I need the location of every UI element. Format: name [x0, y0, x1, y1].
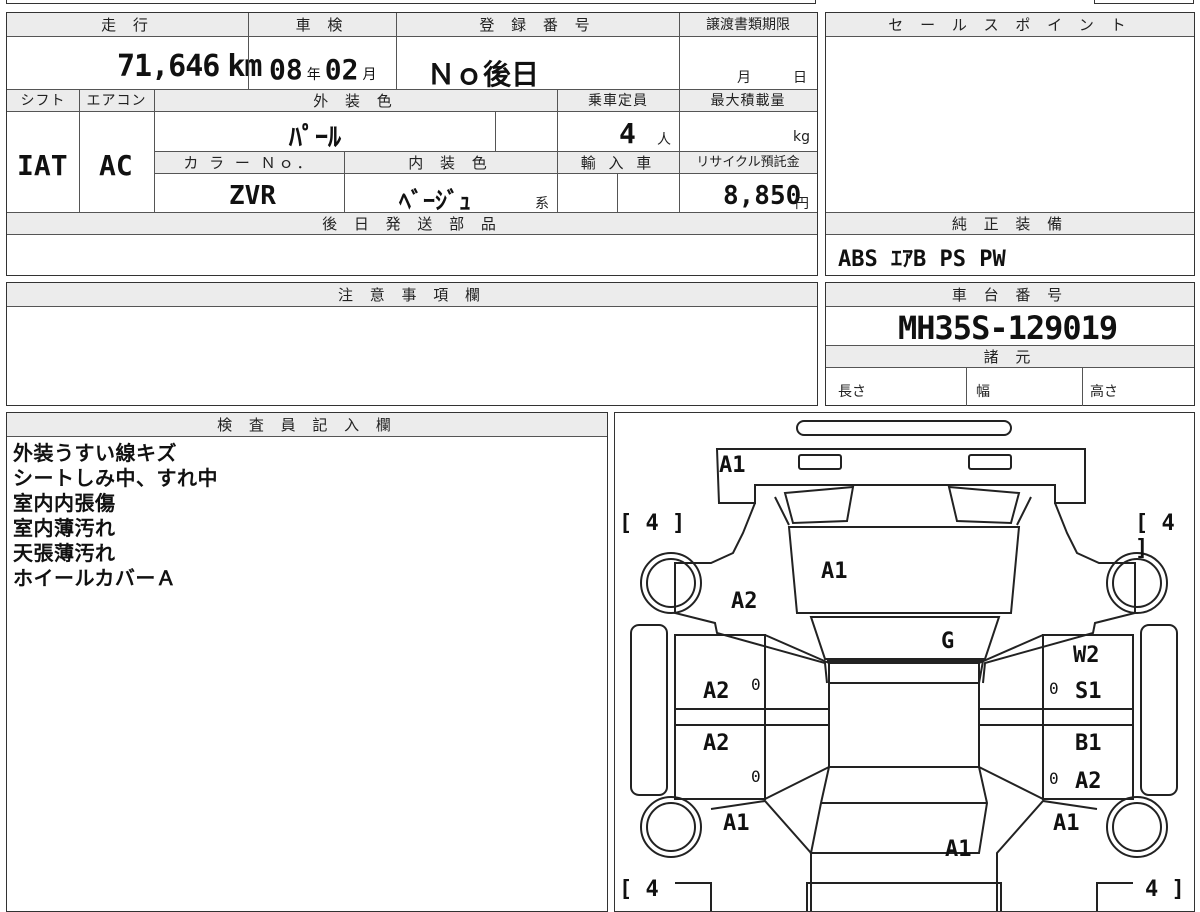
inspection-value: 08 年 02 月	[269, 53, 377, 86]
sales-point-box: セ ー ル ス ポ イ ン ト 純 正 装 備 ABS ｴｱB PS PW	[825, 12, 1195, 276]
transfer-day-unit: 日	[793, 70, 807, 86]
mark-right-front-door-b: A2	[1075, 769, 1102, 794]
shift-header: シフト	[7, 90, 79, 112]
recycle-unit: 円	[795, 196, 809, 212]
inspection-header: 車 検	[248, 13, 396, 37]
interior-color-header: 内 装 色	[344, 152, 557, 174]
mark-roof: G	[941, 629, 955, 654]
mileage-header: 走 行	[7, 13, 248, 37]
mark-right-zero-1: 0	[1049, 679, 1059, 698]
damage-diagram-box: [ 4 ] [ 4 ] [ 4 4 ] A1 A1 A2 G A2 A2 W2 …	[614, 412, 1195, 912]
equipment-value: ABS ｴｱB PS PW	[838, 247, 1006, 272]
mark-right-front-door-a: B1	[1075, 731, 1102, 756]
capacity-value: 4	[619, 117, 636, 150]
imported-header: 輸 入 車	[557, 152, 679, 174]
color-no-value: ZVR	[229, 181, 276, 211]
vehicle-info-box: 走 行 車 検 登 録 番 号 譲渡書類期限 71,646 km 08 年 02 月 Ｎ…	[6, 12, 818, 276]
mark-left-rear-door: A2	[703, 679, 730, 704]
inspector-note: ホイールカバーＡ	[13, 566, 177, 590]
spec-length-label: 長さ	[838, 384, 866, 400]
mark-hood: A1	[945, 837, 972, 862]
notes-box: 注 意 事 項 欄	[6, 282, 818, 406]
mark-rear-glass: A1	[821, 559, 848, 584]
spec-height-label: 高さ	[1090, 384, 1118, 400]
tire-left-front: [ 4 ]	[619, 511, 686, 536]
max-load-unit: kg	[793, 129, 810, 145]
inspector-notes-list: 外装うすい線キズ シートしみ中、すれ中 室内内張傷 室内薄汚れ 天張薄汚れ ホイ…	[13, 441, 218, 591]
aircon-header: エアコン	[79, 90, 154, 112]
notes-header: 注 意 事 項 欄	[7, 283, 817, 307]
mark-left-zero-2: 0	[751, 767, 761, 786]
mark-left-rear-quarter: A2	[731, 589, 758, 614]
interior-color-value: ﾍﾞｰｼﾞｭ	[399, 187, 471, 215]
registration-value: Ｎｏ後日	[427, 58, 540, 91]
shift-value: IAT	[17, 149, 68, 182]
inspector-note: 室内薄汚れ	[13, 516, 116, 540]
max-load-header: 最大積載量	[679, 90, 817, 112]
later-parts-header: 後 日 発 送 部 品	[7, 213, 817, 235]
exterior-color-value: ﾊﾟｰﾙ	[289, 123, 342, 153]
mark-right-rear-door-a: W2	[1073, 643, 1100, 668]
transfer-month-unit: 月	[737, 70, 751, 86]
inspector-note: シートしみ中、すれ中	[13, 466, 218, 490]
chassis-box: 車 台 番 号 MH35S-129019 諸 元 長さ 幅 高さ	[825, 282, 1195, 406]
sales-point-header: セ ー ル ス ポ イ ン ト	[826, 13, 1194, 37]
capacity-header: 乗車定員	[557, 90, 679, 112]
exterior-color-header: 外 装 色	[154, 90, 557, 112]
recycle-header: リサイクル預託金	[679, 152, 817, 174]
aircon-value: AC	[99, 149, 133, 182]
inspector-note: 外装うすい線キズ	[13, 441, 177, 465]
registration-header: 登 録 番 号	[396, 13, 679, 37]
transfer-deadline-header: 譲渡書類期限	[679, 13, 817, 37]
spec-width-label: 幅	[976, 384, 990, 400]
specs-header: 諸 元	[826, 346, 1194, 368]
inspector-note: 天張薄汚れ	[13, 541, 116, 565]
mark-left-zero-1: 0	[751, 675, 761, 694]
mark-rear-bumper: A1	[719, 453, 746, 478]
tire-left-rear: [ 4	[619, 877, 659, 902]
color-no-header: カ ラ ー Ｎｏ．	[154, 152, 344, 174]
inspector-note: 室内内張傷	[13, 491, 116, 515]
tire-right-front: [ 4 ]	[1135, 511, 1175, 561]
mark-right-rear-door-b: S1	[1075, 679, 1102, 704]
chassis-value: MH35S-129019	[898, 309, 1118, 347]
top-strip	[6, 0, 816, 4]
mark-left-front-door: A2	[703, 731, 730, 756]
tire-right-rear: 4 ]	[1145, 877, 1185, 902]
mark-left-front-fender: A1	[723, 811, 750, 836]
chassis-header: 車 台 番 号	[826, 283, 1194, 307]
top-strip-right	[1094, 0, 1194, 4]
interior-color-suffix: 系	[535, 196, 549, 212]
mark-right-front-fender: A1	[1053, 811, 1080, 836]
mileage-value: 71,646 km	[117, 49, 263, 84]
equipment-header: 純 正 装 備	[826, 213, 1194, 235]
inspector-header: 検 査 員 記 入 欄	[7, 413, 607, 437]
capacity-unit: 人	[657, 132, 671, 148]
car-outline-diagram	[630, 420, 1178, 911]
inspector-box: 検 査 員 記 入 欄 外装うすい線キズ シートしみ中、すれ中 室内内張傷 室内…	[6, 412, 608, 912]
recycle-value: 8,850	[723, 181, 802, 211]
mark-right-zero-2: 0	[1049, 769, 1059, 788]
